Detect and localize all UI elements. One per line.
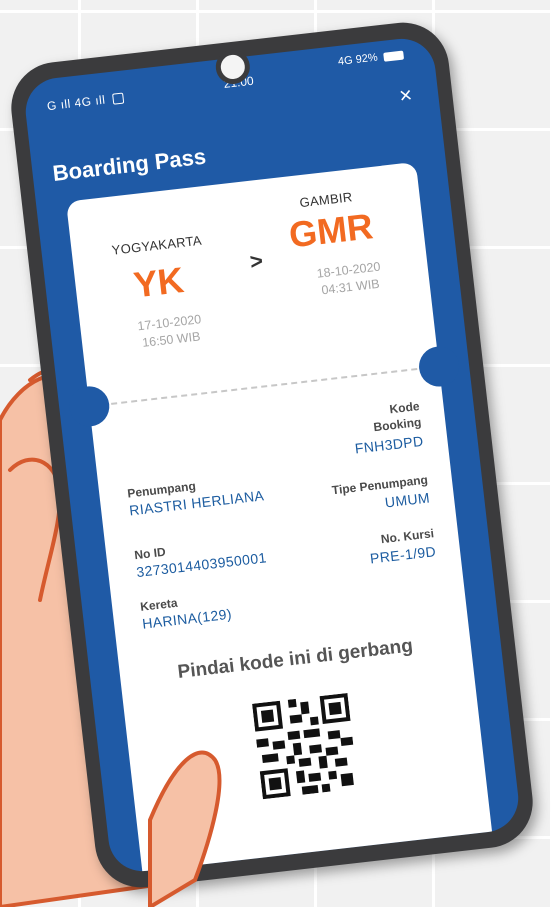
gallery-icon xyxy=(111,92,124,106)
ticket-notch-right xyxy=(416,344,462,389)
battery-icon xyxy=(383,50,405,62)
passenger-type: UMUM xyxy=(384,489,431,511)
page-title: Boarding Pass xyxy=(51,143,208,186)
boarding-pass-card: YOGYAKARTA YK 17-10-2020 16:50 WIB > GAM… xyxy=(66,161,495,875)
qr-code-icon[interactable] xyxy=(252,692,359,800)
destination-datetime: 18-10-2020 04:31 WIB xyxy=(305,257,394,301)
id-label: No ID xyxy=(133,544,167,563)
booking-label-2: Booking xyxy=(372,414,423,435)
origin-city: YOGYAKARTA xyxy=(110,232,203,258)
signal-indicator: G ıll 4G ıll xyxy=(46,91,124,113)
destination-code: GMR xyxy=(286,205,376,256)
ticket-divider xyxy=(111,368,418,405)
origin-datetime: 17-10-2020 16:50 WIB xyxy=(126,310,215,354)
booking-label-1: Kode xyxy=(388,399,421,417)
route-arrow: > xyxy=(248,247,265,275)
status-right: 4G 92% xyxy=(337,49,405,68)
network-type: 4G xyxy=(337,54,354,68)
train-label: Kereta xyxy=(139,595,179,614)
battery-percent: 92% xyxy=(355,51,379,66)
booking-code: FNH3DPD xyxy=(353,432,425,457)
seat-number: PRE-1/9D xyxy=(369,543,437,567)
phone: G ıll 4G ıll 21:00 4G 92% × Boarding Pas… xyxy=(6,17,538,893)
close-button[interactable]: × xyxy=(398,82,414,108)
scan-instruction: Pindai kode ini di gerbang xyxy=(176,635,414,683)
origin-code: YK xyxy=(131,259,186,306)
ticket-notch-left xyxy=(67,384,112,429)
